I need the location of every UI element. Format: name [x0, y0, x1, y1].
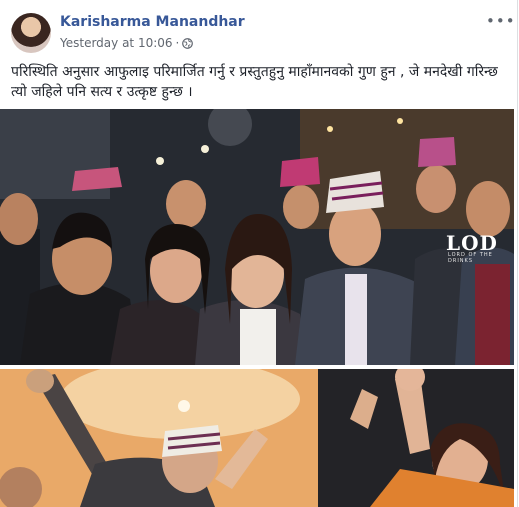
post-meta: Yesterday at 10:06 · — [60, 36, 194, 50]
lod-watermark-subtitle: LORD OF THE DRINKS — [448, 252, 493, 264]
meta-separator: · — [175, 36, 180, 50]
post-text: परिस्थिति अनुसार आफुलाइ परिमार्जित गर्नु… — [11, 64, 498, 100]
group-photo-illustration — [0, 109, 514, 365]
post-photo-group[interactable]: LOD LORD OF THE DRINKS — [0, 109, 514, 365]
globe-icon[interactable] — [182, 37, 194, 49]
author-avatar[interactable] — [11, 13, 51, 53]
more-options-icon[interactable]: ••• — [486, 14, 516, 29]
facebook-post: Karisharma Manandhar Yesterday at 10:06 … — [0, 0, 518, 507]
crowd-photo-illustration — [0, 369, 514, 507]
post-timestamp[interactable]: Yesterday at 10:06 — [60, 36, 173, 50]
author-name[interactable]: Karisharma Manandhar — [60, 14, 245, 30]
post-photo-crowd[interactable] — [0, 369, 514, 507]
